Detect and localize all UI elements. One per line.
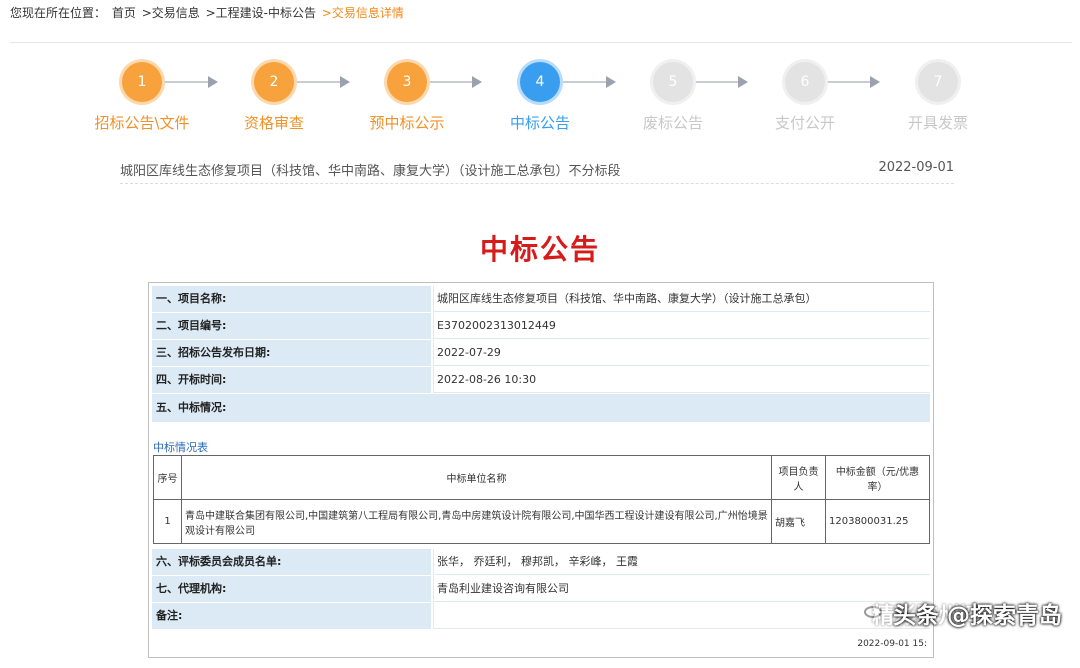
cell-amount: 1203800031.25 [825, 499, 930, 544]
step-2[interactable]: 2 资格审查 [214, 62, 334, 133]
info-row-project-number: 二、项目编号: E3702002313012449 [152, 313, 930, 339]
step-label: 开具发票 [907, 114, 968, 132]
header-amount: 中标金额（元/优惠率） [825, 455, 930, 500]
breadcrumb-current: >交易信息详情 [321, 6, 404, 20]
info-value: E3702002313012449 [433, 313, 930, 339]
step-number: 7 [918, 62, 958, 102]
table-row: 1 青岛中建联合集团有限公司,中国建筑第八工程局有限公司,青岛中房建筑设计院有限… [153, 499, 930, 544]
info-value [433, 603, 930, 629]
project-name: 城阳区库线生态修复项目（科技馆、华中南路、康复大学）（设计施工总承包）不分标段 [120, 164, 621, 179]
breadcrumb: 您现在所在位置： 首页 >交易信息 >工程建设-中标公告 >交易信息详情 [10, 4, 406, 21]
info-value: 2022-07-29 [433, 340, 930, 366]
step-label: 资格审查 [243, 114, 304, 132]
step-1[interactable]: 1 招标公告\文件 [82, 62, 202, 133]
top-divider [10, 42, 1072, 43]
step-6[interactable]: 6 支付公开 [745, 62, 865, 133]
breadcrumb-trade-info-link[interactable]: >交易信息 [142, 6, 200, 20]
info-key: 一、项目名称: [152, 286, 431, 312]
step-label: 预中标公示 [369, 114, 445, 132]
info-key: 三、招标公告发布日期: [152, 340, 431, 366]
info-key: 备注: [152, 603, 431, 629]
step-number: 1 [122, 62, 162, 102]
award-table-title: 中标情况表 [153, 441, 208, 454]
step-number: 5 [653, 62, 693, 102]
project-title-line: 城阳区库线生态修复项目（科技馆、华中南路、康复大学）（设计施工总承包）不分标段 … [120, 160, 954, 184]
info-row-announce-date: 三、招标公告发布日期: 2022-07-29 [152, 340, 930, 366]
step-number: 2 [254, 62, 294, 102]
cell-seq: 1 [153, 499, 182, 544]
header-leader: 项目负责人 [771, 455, 826, 500]
award-info-panel: 一、项目名称: 城阳区库线生态修复项目（科技馆、华中南路、康复大学）（设计施工总… [148, 282, 934, 658]
info-row-award-status: 五、中标情况: [152, 394, 930, 422]
info-key: 五、中标情况: [152, 394, 930, 422]
info-row-opening-time: 四、开标时间: 2022-08-26 10:30 [152, 367, 930, 393]
step-label: 中标公告 [509, 114, 570, 132]
info-key: 六、评标委员会成员名单: [152, 549, 431, 575]
footer-date: 2022-09-01 15: [857, 639, 927, 649]
breadcrumb-prefix: 您现在所在位置： [10, 6, 107, 20]
award-table: 序号 中标单位名称 项目负责人 中标金额（元/优惠率） 1 青岛中建联合集团有限… [153, 455, 930, 544]
header-unit: 中标单位名称 [181, 455, 772, 500]
table-header-row: 序号 中标单位名称 项目负责人 中标金额（元/优惠率） [153, 455, 930, 500]
info-row-committee: 六、评标委员会成员名单: 张华， 乔廷利， 穆邦凯， 辛彩峰， 王霞 [152, 549, 930, 575]
step-label: 废标公告 [642, 114, 703, 132]
info-value: 2022-08-26 10:30 [433, 367, 930, 393]
progress-steps: 1 招标公告\文件 2 资格审查 3 预中标公示 4 中标公告 5 废标公告 6… [80, 62, 1000, 142]
step-number: 3 [387, 62, 427, 102]
info-key: 四、开标时间: [152, 367, 431, 393]
breadcrumb-bid-award-link[interactable]: >工程建设-中标公告 [206, 6, 316, 20]
step-7[interactable]: 7 开具发票 [878, 62, 998, 133]
step-4[interactable]: 4 中标公告 [480, 62, 600, 133]
info-value: 张华， 乔廷利， 穆邦凯， 辛彩峰， 王霞 [433, 549, 930, 575]
breadcrumb-home-link[interactable]: 首页 [112, 6, 136, 20]
header-seq: 序号 [153, 455, 182, 500]
info-row-remarks: 备注: [152, 603, 930, 629]
cell-leader: 胡嘉飞 [771, 499, 826, 544]
step-number: 4 [520, 62, 560, 102]
cell-unit: 青岛中建联合集团有限公司,中国建筑第八工程局有限公司,青岛中房建筑设计院有限公司… [181, 499, 772, 544]
info-row-agency: 七、代理机构: 青岛利业建设咨询有限公司 [152, 576, 930, 602]
step-3[interactable]: 3 预中标公示 [347, 62, 467, 133]
watermark: 头条 @探索青岛 [892, 603, 1062, 629]
info-value: 青岛利业建设咨询有限公司 [433, 576, 930, 602]
info-row-project-name: 一、项目名称: 城阳区库线生态修复项目（科技馆、华中南路、康复大学）（设计施工总… [152, 286, 930, 312]
info-key: 二、项目编号: [152, 313, 431, 339]
step-label: 支付公开 [774, 114, 835, 132]
publish-date: 2022-09-01 [878, 160, 954, 175]
info-value: 城阳区库线生态修复项目（科技馆、华中南路、康复大学）（设计施工总承包） [433, 286, 930, 312]
info-key: 七、代理机构: [152, 576, 431, 602]
step-5[interactable]: 5 废标公告 [613, 62, 733, 133]
step-label: 招标公告\文件 [94, 114, 190, 132]
page-title: 中标公告 [479, 233, 600, 266]
step-number: 6 [785, 62, 825, 102]
